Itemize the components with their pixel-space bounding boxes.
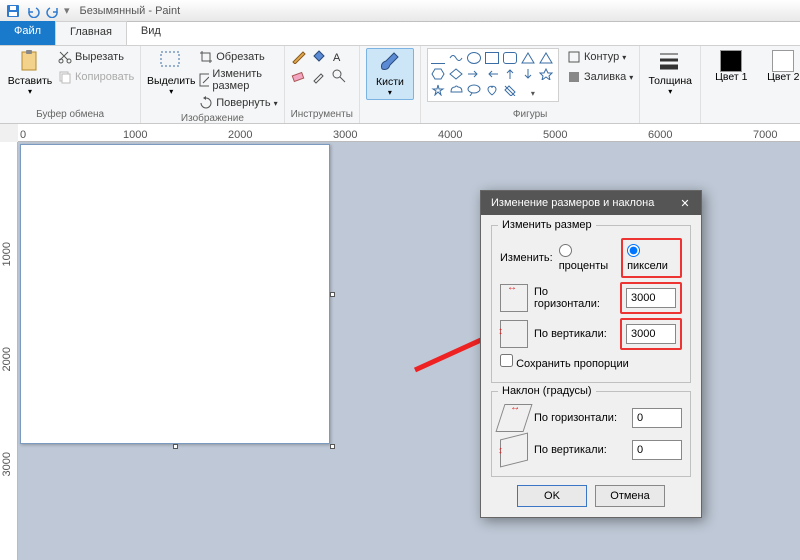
vert-icon: ↕ — [500, 320, 528, 348]
outline-button[interactable]: Контур ▾ — [567, 48, 633, 66]
ruler-horizontal: 0 1000 2000 3000 4000 5000 6000 7000 — [18, 124, 800, 142]
skew-h-icon: ↔ — [495, 404, 532, 432]
vert-input[interactable] — [626, 324, 676, 344]
canvas[interactable] — [20, 144, 330, 444]
zoom-icon[interactable] — [331, 68, 347, 84]
color1-button[interactable]: Цвет 1 — [707, 48, 755, 86]
resize-handle[interactable] — [173, 444, 178, 449]
group-image: Выделить▾ Обрезать Изменить размер Повер… — [141, 46, 284, 123]
cut-button[interactable]: Вырезать — [58, 48, 134, 66]
size-icon — [658, 50, 682, 74]
cancel-button[interactable]: Отмена — [595, 485, 665, 507]
close-icon[interactable]: ✕ — [675, 197, 695, 210]
resize-fieldset: Изменить размер Изменить: проценты пиксе… — [491, 225, 691, 383]
keep-ratio-checkbox[interactable]: Сохранить пропорции — [500, 354, 629, 370]
pixels-radio[interactable]: пиксели — [627, 244, 676, 272]
brush-icon — [378, 51, 402, 75]
group-label — [366, 119, 414, 121]
horiz-label: По горизонтали: — [534, 286, 614, 310]
crop-icon — [199, 50, 213, 64]
outline-icon — [567, 50, 581, 64]
group-label: Фигуры — [427, 108, 633, 121]
tab-view[interactable]: Вид — [127, 21, 175, 45]
eraser-icon[interactable] — [291, 68, 307, 84]
group-brushes: Кисти▾ — [360, 46, 421, 123]
fill-icon — [567, 70, 581, 84]
skew-h-input[interactable] — [632, 408, 682, 428]
redo-icon[interactable] — [44, 2, 62, 20]
group-label: Инструменты — [291, 108, 353, 121]
select-button[interactable]: Выделить▾ — [147, 48, 195, 98]
rotate-button[interactable]: Повернуть ▾ — [199, 94, 277, 112]
vert-label: По вертикали: — [534, 328, 614, 340]
resize-dialog: Изменение размеров и наклона ✕ Изменить … — [480, 190, 702, 518]
legend: Наклон (градусы) — [498, 385, 596, 397]
ribbon-tabs: Файл Главная Вид — [0, 22, 800, 46]
resize-handle[interactable] — [330, 444, 335, 449]
skew-v-input[interactable] — [632, 440, 682, 460]
legend: Изменить размер — [498, 219, 596, 231]
color1-swatch — [720, 50, 742, 72]
tool-grid: A — [291, 48, 349, 86]
group-size: Толщина▾ — [640, 46, 701, 123]
pencil-icon[interactable] — [291, 48, 307, 64]
copy-button: Копировать — [58, 68, 134, 86]
horiz-input[interactable] — [626, 288, 676, 308]
group-label: Буфер обмена — [6, 108, 134, 121]
select-icon — [159, 50, 183, 74]
skew-v-label: По вертикали: — [534, 444, 626, 456]
skew-v-icon: ↕ — [500, 433, 528, 468]
ribbon: Вставить▾ Вырезать Копировать Буфер обме… — [0, 46, 800, 124]
ruler-vertical: 1000 2000 3000 — [0, 142, 18, 560]
rotate-icon — [199, 96, 213, 110]
tab-home[interactable]: Главная — [55, 21, 127, 45]
skew-h-label: По горизонтали: — [534, 412, 626, 424]
svg-text:A: A — [333, 52, 341, 64]
skew-fieldset: Наклон (градусы) ↔ По горизонтали: ↕ По … — [491, 391, 691, 477]
tab-file[interactable]: Файл — [0, 21, 55, 45]
group-tools: A Инструменты — [285, 46, 360, 123]
text-icon[interactable]: A — [331, 48, 347, 64]
dialog-titlebar[interactable]: Изменение размеров и наклона ✕ — [481, 191, 701, 215]
resize-button[interactable]: Изменить размер — [199, 68, 277, 92]
group-clipboard: Вставить▾ Вырезать Копировать Буфер обме… — [0, 46, 141, 123]
crop-button[interactable]: Обрезать — [199, 48, 277, 66]
quick-access-toolbar: ▾ — [4, 2, 70, 20]
picker-icon[interactable] — [311, 68, 327, 84]
fill-button[interactable]: Заливка ▾ — [567, 68, 633, 86]
percent-radio[interactable]: проценты — [559, 244, 615, 272]
group-colors: Цвет 1 Цвет 2 — [701, 46, 800, 123]
dialog-title-text: Изменение размеров и наклона — [491, 197, 654, 209]
copy-icon — [58, 70, 72, 84]
change-by-label: Изменить: — [500, 252, 553, 264]
paste-icon — [18, 50, 42, 74]
scissors-icon — [58, 50, 72, 64]
shapes-gallery[interactable]: ▾ — [427, 48, 559, 102]
window-title: Безымянный - Paint — [80, 5, 181, 17]
save-icon[interactable] — [4, 2, 22, 20]
paste-button[interactable]: Вставить▾ — [6, 48, 54, 98]
horiz-icon: ↔ — [500, 284, 528, 312]
ok-button[interactable]: OK — [517, 485, 587, 507]
size-button[interactable]: Толщина▾ — [646, 48, 694, 98]
bucket-icon[interactable] — [311, 48, 327, 64]
resize-handle[interactable] — [330, 292, 335, 297]
resize-icon — [199, 73, 209, 87]
color2-swatch — [772, 50, 794, 72]
undo-icon[interactable] — [24, 2, 42, 20]
titlebar: ▾ Безымянный - Paint — [0, 0, 800, 22]
brushes-button[interactable]: Кисти▾ — [366, 48, 414, 100]
color2-button[interactable]: Цвет 2 — [759, 48, 800, 86]
group-shapes: ▾ Контур ▾ Заливка ▾ Фигуры — [421, 46, 640, 123]
